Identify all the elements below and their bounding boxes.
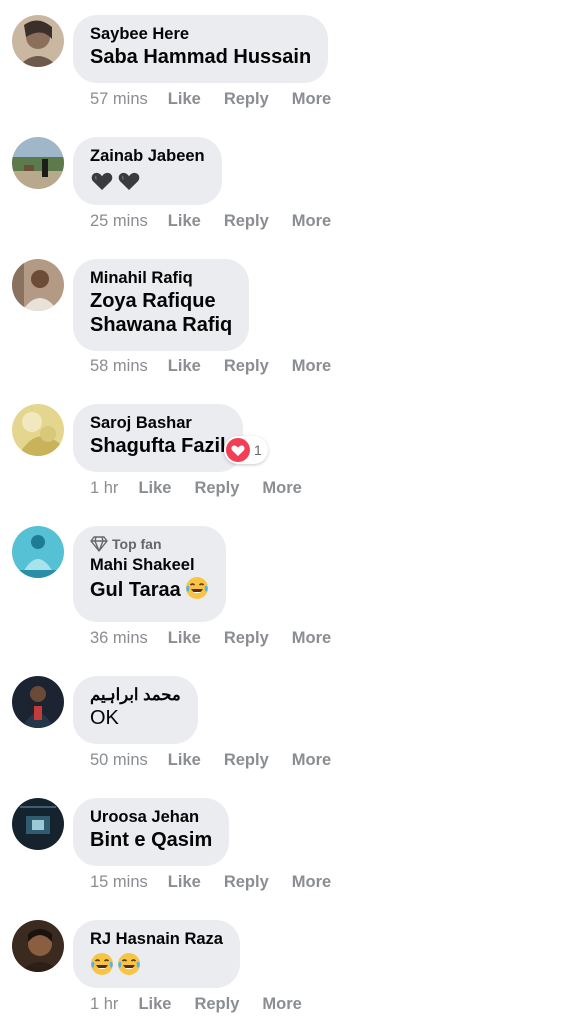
like-button[interactable]: Like	[168, 749, 201, 771]
avatar[interactable]	[12, 404, 64, 456]
comment-actions: 1 hr Like Reply More	[90, 477, 325, 499]
comment-time[interactable]: 58 mins	[90, 355, 148, 377]
avatar[interactable]	[12, 15, 64, 67]
reply-button[interactable]: Reply	[194, 993, 239, 1015]
comment-time[interactable]: 25 mins	[90, 210, 148, 232]
comment-time[interactable]: 15 mins	[90, 871, 148, 893]
comment-time[interactable]: 1 hr	[90, 477, 118, 499]
more-button[interactable]: More	[292, 627, 331, 649]
comment-time[interactable]: 36 mins	[90, 627, 148, 649]
comment-text: OK	[90, 707, 119, 729]
more-button[interactable]: More	[292, 871, 331, 893]
reaction-count: 1	[254, 442, 262, 458]
reply-button[interactable]: Reply	[224, 355, 269, 377]
comment-actions: 58 mins Like Reply More	[90, 355, 354, 377]
top-fan-badge: Top fan	[90, 534, 209, 554]
comment-author[interactable]: Mahi Shakeel	[90, 554, 209, 576]
like-button[interactable]: Like	[168, 627, 201, 649]
reply-button[interactable]: Reply	[224, 210, 269, 232]
tears-of-joy-emoji	[90, 952, 114, 976]
comment-bubble[interactable]: Top fan Mahi Shakeel Gul Taraa	[73, 526, 226, 622]
avatar[interactable]	[12, 137, 64, 189]
like-button[interactable]: Like	[138, 993, 171, 1015]
comment-actions: 57 mins Like Reply More	[90, 88, 354, 110]
comment-time[interactable]: 50 mins	[90, 749, 148, 771]
comment-bubble[interactable]: Uroosa Jehan Bint e Qasim	[73, 798, 230, 866]
reply-button[interactable]: Reply	[224, 88, 269, 110]
comment-author[interactable]: Saybee Here	[90, 23, 311, 45]
black-heart-emoji	[90, 169, 114, 193]
reply-button[interactable]: Reply	[224, 871, 269, 893]
comment-bubble[interactable]: Saybee Here Saba Hammad Hussain	[73, 15, 329, 83]
comment-author[interactable]: Minahil Rafiq	[90, 267, 232, 289]
more-button[interactable]: More	[292, 210, 331, 232]
comment-text: Gul Taraa	[90, 576, 209, 602]
reply-button[interactable]: Reply	[224, 627, 269, 649]
tears-of-joy-emoji	[185, 576, 209, 600]
comment-author[interactable]: RJ Hasnain Raza	[90, 928, 223, 950]
comment-author[interactable]: Uroosa Jehan	[90, 806, 212, 828]
more-button[interactable]: More	[292, 88, 331, 110]
comment-text-line: Shawana Rafiq	[90, 314, 233, 336]
reply-button[interactable]: Reply	[194, 477, 239, 499]
comment-actions: 15 mins Like Reply More	[90, 871, 354, 893]
comment-bubble[interactable]: Minahil Rafiq Zoya Rafique Shawana Rafiq	[73, 259, 250, 351]
black-heart-emoji	[117, 169, 141, 193]
comment-author[interactable]: Saroj Bashar	[90, 412, 226, 434]
top-fan-label: Top fan	[112, 536, 162, 552]
more-button[interactable]: More	[262, 993, 301, 1015]
comment-text-content: Gul Taraa	[90, 579, 181, 601]
comment-actions: 1 hr Like Reply More	[90, 993, 325, 1015]
comment-bubble[interactable]: محمد ابراہیم OK	[73, 676, 198, 744]
avatar[interactable]	[12, 259, 64, 311]
more-button[interactable]: More	[262, 477, 301, 499]
comment-author[interactable]: محمد ابراہیم	[90, 684, 181, 706]
comment-text-line: Zoya Rafique	[90, 290, 216, 312]
comment-actions: 36 mins Like Reply More	[90, 627, 354, 649]
comment-text: Zoya Rafique Shawana Rafiq	[90, 289, 232, 337]
comment-emojis	[90, 950, 223, 976]
comment-time[interactable]: 57 mins	[90, 88, 148, 110]
like-button[interactable]: Like	[168, 88, 201, 110]
comment-text: Shagufta Fazil	[90, 435, 226, 457]
comment-actions: 50 mins Like Reply More	[90, 749, 354, 771]
comment-bubble[interactable]: Zainab Jabeen	[73, 137, 222, 205]
like-button[interactable]: Like	[168, 871, 201, 893]
reaction-badge[interactable]: 1	[224, 436, 268, 464]
heart-reaction-icon	[226, 438, 250, 462]
tears-of-joy-emoji	[117, 952, 141, 976]
more-button[interactable]: More	[292, 749, 331, 771]
comment-time[interactable]: 1 hr	[90, 993, 118, 1015]
like-button[interactable]: Like	[168, 355, 201, 377]
comment-bubble[interactable]: Saroj Bashar Shagufta Fazil	[73, 404, 243, 472]
avatar[interactable]	[12, 676, 64, 728]
avatar[interactable]	[12, 798, 64, 850]
comment-actions: 25 mins Like Reply More	[90, 210, 354, 232]
diamond-icon	[90, 536, 108, 552]
avatar[interactable]	[12, 526, 64, 578]
avatar[interactable]	[12, 920, 64, 972]
like-button[interactable]: Like	[168, 210, 201, 232]
comment-emojis	[90, 167, 205, 193]
comment-text: Bint e Qasim	[90, 829, 213, 851]
comment-author[interactable]: Zainab Jabeen	[90, 145, 205, 167]
comment-bubble[interactable]: RJ Hasnain Raza	[73, 920, 240, 988]
comment-text: Saba Hammad Hussain	[90, 46, 312, 68]
more-button[interactable]: More	[292, 355, 331, 377]
like-button[interactable]: Like	[138, 477, 171, 499]
reply-button[interactable]: Reply	[224, 749, 269, 771]
